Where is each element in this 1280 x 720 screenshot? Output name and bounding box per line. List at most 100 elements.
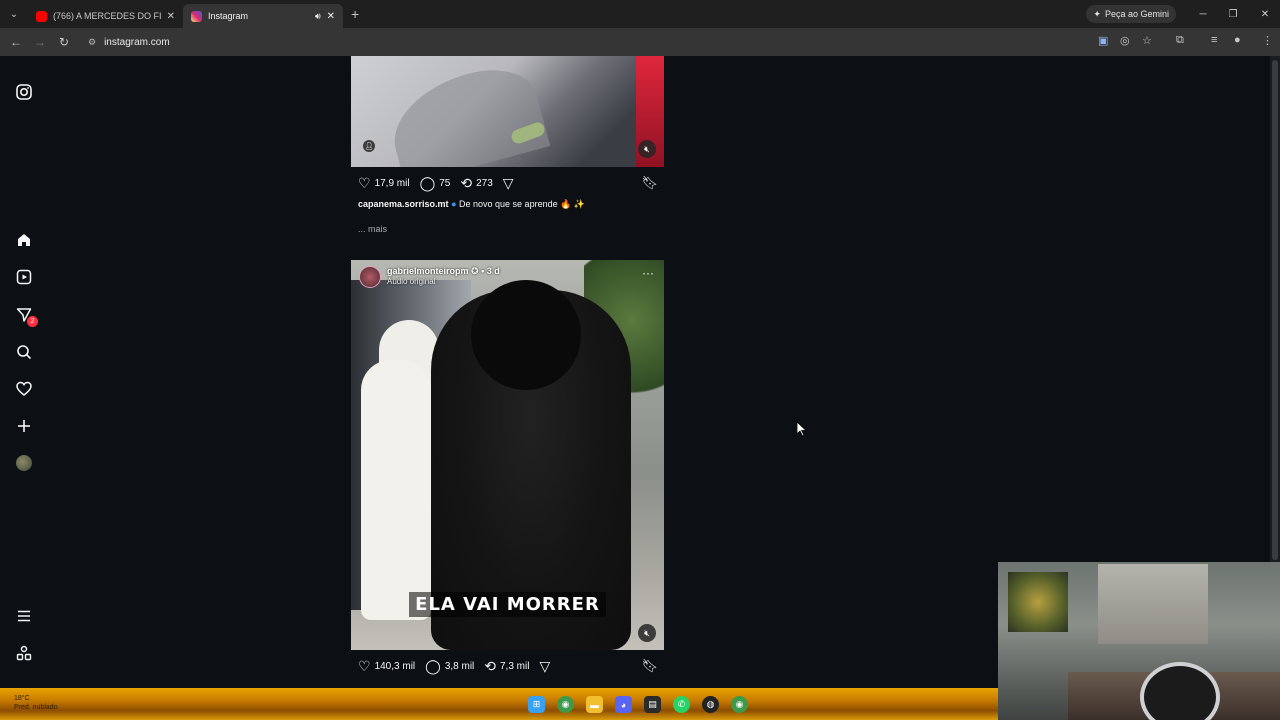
post-header: gabrielmonteiropm ✪ • 3 d Áudio original	[359, 266, 500, 288]
repost-icon[interactable]: ⟲	[460, 176, 472, 190]
gemini-button[interactable]: ✦ Peça ao Gemini	[1086, 5, 1176, 23]
address-bar[interactable]: ⚙ instagram.com	[82, 32, 1092, 52]
save-bookmark-icon[interactable]: 🔖︎	[641, 175, 658, 191]
tab-title: Instagram	[208, 11, 249, 21]
instagram-logo-icon[interactable]	[14, 82, 34, 102]
webcam-frame-shape	[1098, 564, 1208, 644]
mute-icon[interactable]: 🔇︎	[638, 140, 656, 158]
meta-apps-icon[interactable]	[14, 643, 34, 663]
comment-icon[interactable]: ◯	[420, 176, 436, 190]
post-actions: ♡ 17,9 mil ◯ 75 ⟲ 273 ▽ 🔖︎	[358, 174, 658, 192]
save-bookmark-icon[interactable]: 🔖︎	[641, 658, 658, 674]
weather-condition: Pred. nublado	[14, 704, 58, 711]
scrollbar-thumb[interactable]	[1272, 60, 1278, 560]
eye-off-icon[interactable]: ◎	[1120, 34, 1130, 47]
taskbar-apps: ⊞ ◉ ▬ ◕ ▤ ✆ ◍ ◉	[528, 696, 748, 713]
tab-title: (766) A MERCEDES DO FIUK NA	[53, 11, 161, 21]
repost-icon[interactable]: ⟲	[484, 659, 496, 673]
webcam-overlay	[998, 562, 1280, 720]
caption-username[interactable]: capanema.sorriso.mt	[358, 199, 449, 209]
close-tab-icon[interactable]: ✕	[167, 11, 175, 22]
close-window-button[interactable]: ✕	[1250, 0, 1280, 28]
avatar	[16, 455, 32, 471]
instagram-favicon-icon	[191, 10, 202, 22]
post-time: • 3 d	[481, 266, 500, 276]
more-options-icon[interactable]: ···	[642, 266, 654, 280]
comments-count[interactable]: 75	[439, 178, 450, 189]
discord-icon[interactable]: ◕	[615, 696, 632, 713]
reposts-count[interactable]: 7,3 mil	[500, 661, 529, 672]
url-text: instagram.com	[104, 36, 170, 48]
browser-menu-icon[interactable]: ⋮	[1262, 34, 1273, 47]
weather-widget[interactable]: 18°C Pred. nublado	[14, 694, 58, 712]
create-plus-icon[interactable]	[14, 416, 34, 436]
forward-icon[interactable]: →	[28, 35, 52, 49]
webcam-frame-shape	[1008, 572, 1068, 632]
minimize-button[interactable]: ─	[1188, 0, 1218, 28]
likes-count[interactable]: 17,9 mil	[375, 178, 410, 189]
like-heart-icon[interactable]: ♡	[358, 176, 371, 190]
gemini-label: Peça ao Gemini	[1104, 9, 1169, 19]
home-icon[interactable]	[14, 230, 34, 250]
share-icon[interactable]: ▽	[503, 176, 514, 190]
video-frame-shape	[471, 280, 581, 390]
obs-icon[interactable]: ◍	[702, 696, 719, 713]
likes-count[interactable]: 140,3 mil	[375, 661, 416, 672]
reels-icon[interactable]	[14, 267, 34, 287]
app-icon[interactable]: ▤	[644, 696, 661, 713]
chrome-icon[interactable]: ◉	[557, 696, 574, 713]
tab-instagram[interactable]: Instagram 🔊︎ ✕	[183, 4, 343, 28]
post-media-video[interactable]: 👤︎ 🔇︎	[351, 56, 664, 167]
caption-text: De novo que se aprende 🔥 ✨	[459, 199, 586, 209]
speaker-icon[interactable]: 🔊︎	[315, 11, 321, 22]
profile-avatar-icon[interactable]: ●	[1234, 34, 1241, 46]
post-actions: ♡ 140,3 mil ◯ 3,8 mil ⟲ 7,3 mil ▽ 🔖︎	[358, 657, 658, 675]
tagged-people-icon[interactable]: 👤︎	[363, 140, 375, 152]
share-icon[interactable]: ▽	[539, 659, 550, 673]
search-icon[interactable]	[14, 342, 34, 362]
comments-count[interactable]: 3,8 mil	[445, 661, 474, 672]
translate-icon[interactable]: ▣	[1098, 34, 1108, 47]
subtitle-text: ELA VAI MORRER	[409, 592, 606, 617]
windows-start-icon[interactable]: ⊞	[528, 696, 545, 713]
verified-icon: ✪	[471, 266, 479, 276]
post-username[interactable]: gabrielmonteiropm	[387, 266, 469, 276]
tab-search-button[interactable]: ⌄	[0, 0, 28, 28]
reposts-count[interactable]: 273	[476, 178, 493, 189]
browser-toolbar: ← → ↻ ⚙ instagram.com	[0, 28, 1280, 56]
video-subtitle: ELA VAI MORRER	[351, 592, 664, 617]
mute-icon[interactable]: 🔇︎	[638, 624, 656, 642]
os-taskbar: 18°C Pred. nublado ⊞ ◉ ▬ ◕ ▤ ✆ ◍ ◉	[0, 688, 998, 720]
post-caption: capanema.sorriso.mt ● De novo que se apr…	[358, 199, 585, 210]
mouse-cursor-icon	[797, 422, 807, 437]
back-icon[interactable]: ←	[4, 35, 28, 49]
weather-temperature: 18°C	[14, 695, 30, 702]
audio-label[interactable]: Áudio original	[387, 277, 500, 286]
whatsapp-icon[interactable]: ✆	[673, 696, 690, 713]
avatar[interactable]	[359, 266, 381, 288]
site-info-icon[interactable]: ⚙	[88, 37, 96, 48]
youtube-icon	[36, 10, 47, 22]
more-menu-icon[interactable]	[14, 606, 34, 626]
profile-avatar[interactable]	[14, 453, 34, 473]
close-tab-icon[interactable]: ✕	[327, 11, 335, 22]
maximize-button[interactable]: ❐	[1218, 0, 1248, 28]
bookmark-star-icon[interactable]: ☆	[1142, 34, 1152, 47]
file-explorer-icon[interactable]: ▬	[586, 696, 603, 713]
chrome-alt-icon[interactable]: ◉	[731, 696, 748, 713]
new-tab-button[interactable]: +	[351, 6, 359, 22]
post-media-video[interactable]: gabrielmonteiropm ✪ • 3 d Áudio original…	[351, 260, 664, 650]
caption-more-link[interactable]: ... mais	[358, 224, 387, 234]
video-frame-shape	[361, 360, 431, 620]
post-author[interactable]: gabrielmonteiropm ✪ • 3 d	[387, 266, 500, 277]
comment-icon[interactable]: ◯	[425, 659, 441, 673]
messages-icon[interactable]: 2	[14, 305, 38, 327]
tab-youtube[interactable]: (766) A MERCEDES DO FIUK NA ✕	[28, 4, 183, 28]
browser-tabbar: ⌄ (766) A MERCEDES DO FIUK NA ✕ Instagra…	[0, 0, 1280, 28]
extensions-icon[interactable]: ⧉	[1176, 34, 1184, 47]
notifications-heart-icon[interactable]	[14, 379, 34, 399]
gemini-icon: ✦	[1093, 8, 1101, 19]
reload-icon[interactable]: ↻	[52, 35, 76, 49]
like-heart-icon[interactable]: ♡	[358, 659, 371, 673]
media-control-icon[interactable]: ≡	[1211, 34, 1217, 46]
